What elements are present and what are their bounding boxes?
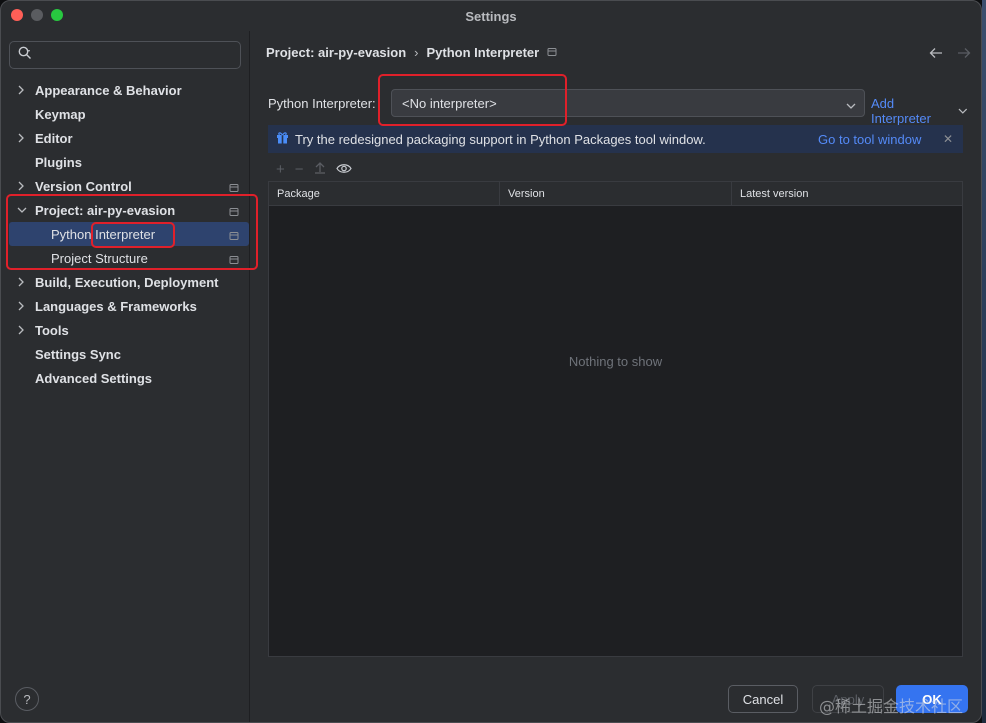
sidebar-item-label: Appearance & Behavior (35, 82, 182, 98)
sidebar-item-languages-frameworks[interactable]: Languages & Frameworks (1, 294, 249, 318)
breadcrumb: Project: air-py-evasion › Python Interpr… (266, 45, 557, 60)
chevron-right-icon[interactable] (17, 318, 25, 342)
sidebar-item-label: Advanced Settings (35, 370, 153, 386)
breadcrumb-page: Python Interpreter (426, 45, 540, 60)
settings-window: Settings Appearance & Behavior Keymap Ed… (0, 0, 982, 723)
packaging-banner: Try the redesigned packaging support in … (268, 125, 963, 153)
remove-package-icon[interactable]: − (295, 161, 304, 178)
sidebar-item-appearance-behavior[interactable]: Appearance & Behavior (1, 78, 249, 102)
table-header: Package Version Latest version (269, 182, 962, 206)
settings-search[interactable] (9, 41, 241, 69)
sidebar-item-editor[interactable]: Editor (1, 126, 249, 150)
highlight-interpreter-item (91, 222, 175, 248)
navigation-arrows (929, 46, 971, 64)
sidebar-item-build-execution-deployment[interactable]: Build, Execution, Deployment (1, 270, 249, 294)
chevron-down-icon (846, 98, 856, 113)
column-latest-version[interactable]: Latest version (732, 182, 962, 205)
sidebar-item-label: Plugins (35, 154, 82, 170)
sidebar-item-label: Keymap (35, 106, 86, 122)
help-button[interactable]: ? (15, 687, 39, 711)
breadcrumb-separator: › (414, 45, 419, 60)
sidebar-item-label: Languages & Frameworks (35, 298, 197, 314)
sidebar-item-keymap[interactable]: Keymap (1, 102, 249, 126)
sidebar-item-tools[interactable]: Tools (1, 318, 249, 342)
go-to-tool-window-link[interactable]: Go to tool window (818, 132, 921, 147)
settings-content: Project: air-py-evasion › Python Interpr… (250, 31, 981, 722)
add-interpreter-button[interactable]: Add Interpreter (871, 96, 968, 126)
search-input[interactable] (36, 47, 240, 63)
sidebar-item-label: Tools (35, 322, 69, 338)
interpreter-row: Python Interpreter: <No interpreter> Add… (268, 89, 968, 126)
sidebar-item-label: Version Control (35, 178, 132, 194)
chevron-right-icon[interactable] (17, 126, 25, 150)
add-interpreter-label: Add Interpreter (871, 96, 931, 126)
sidebar-item-plugins[interactable]: Plugins (1, 150, 249, 174)
sidebar-item-label: Build, Execution, Deployment (35, 274, 219, 290)
column-package[interactable]: Package (269, 182, 500, 205)
title-bar: Settings (1, 1, 981, 31)
packages-table: Package Version Latest version Nothing t… (268, 181, 963, 657)
watermark: @稀土掘金技术社区 (819, 697, 964, 716)
chevron-right-icon[interactable] (17, 78, 25, 102)
packages-toolbar: + − (268, 157, 963, 181)
search-icon (18, 46, 32, 65)
project-scope-icon (547, 45, 557, 60)
interpreter-label: Python Interpreter: (268, 96, 376, 111)
upgrade-package-icon[interactable] (314, 161, 326, 178)
close-window-button[interactable] (11, 9, 23, 21)
column-version[interactable]: Version (500, 182, 732, 205)
sidebar-item-advanced-settings[interactable]: Advanced Settings (1, 366, 249, 390)
empty-state-text: Nothing to show (568, 354, 663, 369)
banner-text: Try the redesigned packaging support in … (295, 131, 706, 147)
breadcrumb-project[interactable]: Project: air-py-evasion (266, 45, 406, 60)
minimize-window-button[interactable] (31, 9, 43, 21)
forward-arrow-icon[interactable] (957, 46, 971, 64)
back-arrow-icon[interactable] (929, 46, 943, 64)
chevron-right-icon[interactable] (17, 270, 25, 294)
close-banner-icon[interactable]: ✕ (943, 132, 953, 146)
chevron-down-icon (958, 108, 968, 114)
settings-sidebar: Appearance & Behavior Keymap Editor Plug… (1, 31, 249, 722)
maximize-window-button[interactable] (51, 9, 63, 21)
cancel-button[interactable]: Cancel (728, 685, 798, 713)
highlight-interpreter-select (378, 74, 567, 126)
sidebar-item-settings-sync[interactable]: Settings Sync (1, 342, 249, 366)
sidebar-item-label: Settings Sync (35, 346, 121, 362)
window-title: Settings (465, 8, 517, 24)
desktop-background (982, 0, 986, 723)
add-package-icon[interactable]: + (276, 161, 285, 178)
eye-icon[interactable] (335, 161, 352, 178)
sidebar-item-label: Editor (35, 130, 73, 146)
gift-icon (276, 131, 289, 147)
chevron-right-icon[interactable] (17, 294, 25, 318)
window-controls (11, 9, 63, 21)
